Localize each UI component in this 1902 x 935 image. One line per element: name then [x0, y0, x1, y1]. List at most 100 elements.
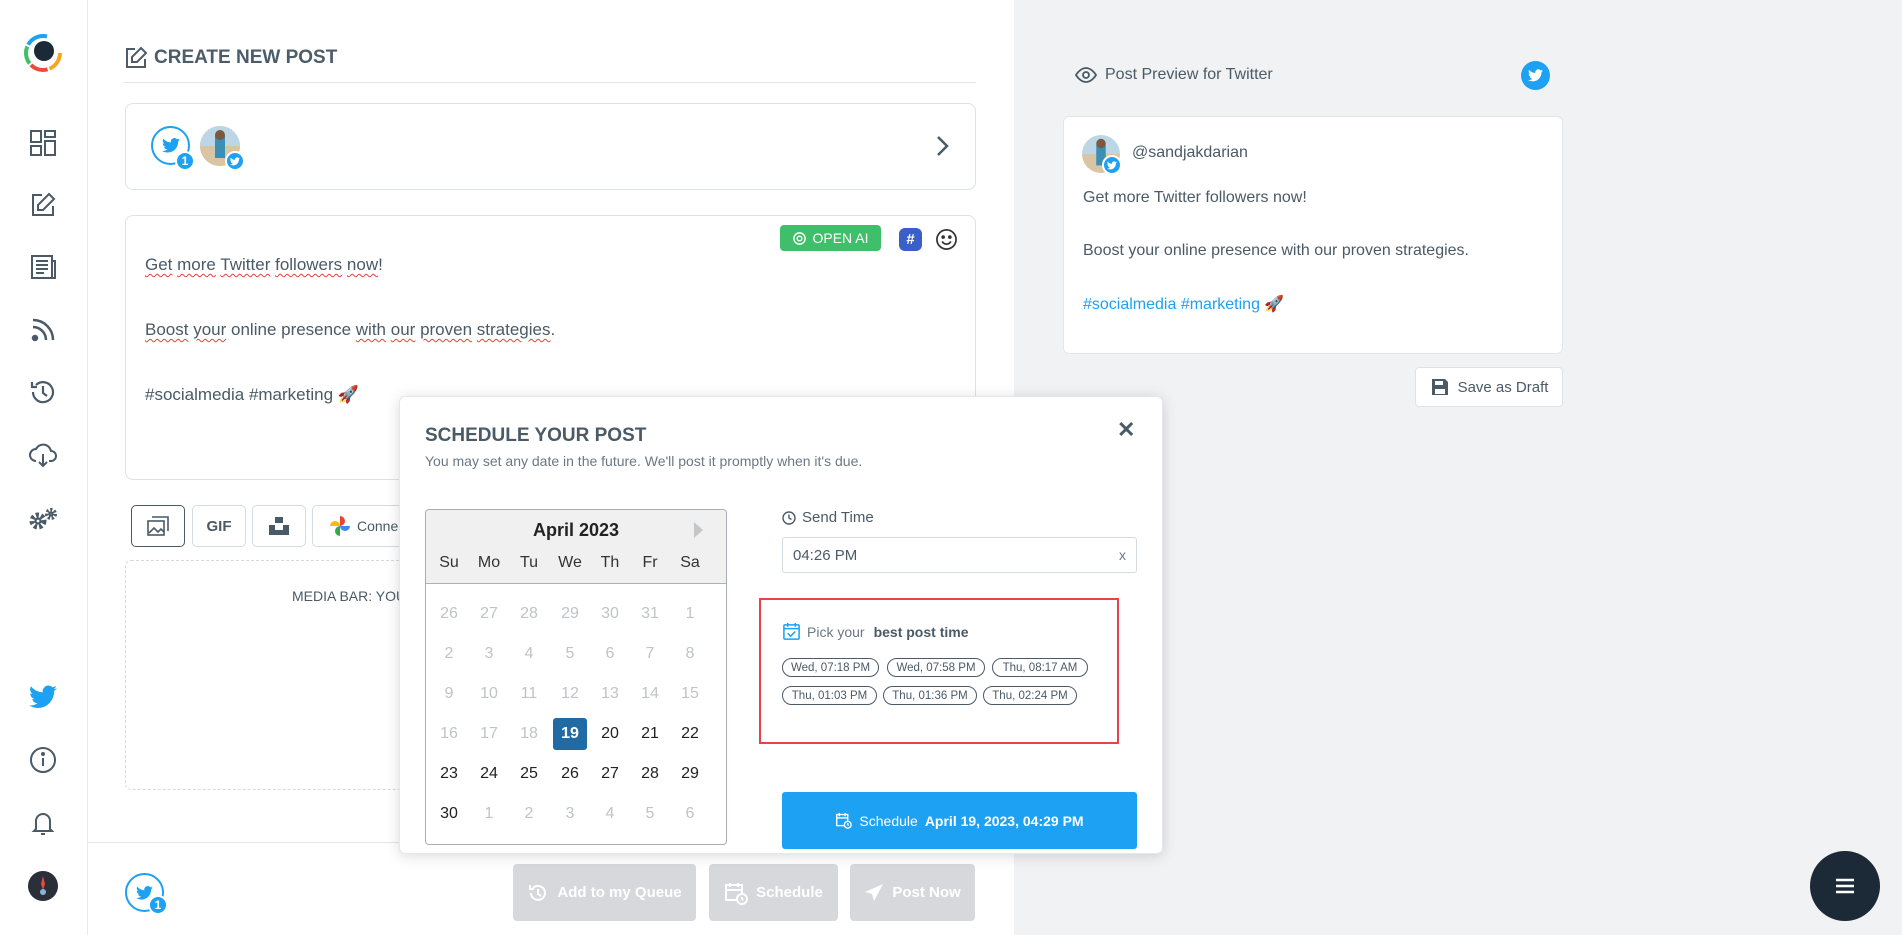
divider — [124, 82, 976, 83]
hamburger-icon — [1834, 877, 1856, 895]
calendar-day: 18 — [520, 725, 538, 742]
account-selector[interactable]: 1 — [125, 103, 976, 190]
close-icon[interactable]: ✕ — [1117, 417, 1135, 443]
menu-fab-button[interactable] — [1810, 851, 1880, 921]
emoji-icon[interactable] — [935, 228, 958, 251]
tweet-preview-card: @sandjakdarian Get more Twitter follower… — [1063, 116, 1563, 354]
calendar-day: 1 — [685, 605, 695, 622]
post-now-button[interactable]: Post Now — [850, 864, 975, 921]
calendar-day[interactable]: 20 — [593, 718, 627, 750]
cloud-download-icon[interactable] — [24, 436, 62, 474]
calendar-day: 10 — [480, 685, 498, 702]
save-icon — [1430, 377, 1450, 397]
next-month-icon[interactable] — [694, 522, 703, 538]
text-word: strategies — [476, 320, 551, 339]
openai-button[interactable]: OPEN AI — [780, 225, 881, 251]
calendar-day: 8 — [685, 645, 695, 662]
edit-icon[interactable] — [24, 186, 62, 224]
post-line-1: Get more Twitter followers now! — [145, 254, 555, 276]
best-time-chip[interactable]: Thu, 02:24 PM — [983, 686, 1077, 705]
bell-icon[interactable] — [24, 804, 62, 842]
info-icon[interactable] — [24, 741, 62, 779]
weekday-header: Sa — [680, 554, 700, 571]
page-title: CREATE NEW POST — [124, 46, 337, 70]
calendar-day[interactable]: 29 — [673, 758, 707, 790]
best-time-chip[interactable]: Thu, 01:36 PM — [883, 686, 977, 705]
weekday-header: Mo — [477, 554, 501, 571]
text-word: Boost — [145, 320, 189, 339]
text-word: more — [177, 255, 216, 274]
rss-icon[interactable] — [24, 311, 62, 349]
image-upload-button[interactable] — [131, 505, 185, 547]
text-word: now — [346, 255, 379, 274]
calendar-day[interactable]: 22 — [673, 718, 707, 750]
best-time-prefix: Pick your — [807, 623, 865, 640]
history-icon[interactable] — [24, 373, 62, 411]
calendar-day: 7 — [645, 645, 655, 662]
media-bar-label: MEDIA BAR: YOU — [292, 588, 407, 604]
calendar-day-selected[interactable]: 19 — [553, 718, 587, 750]
weekday-header: Tu — [519, 554, 539, 571]
save-as-draft-button[interactable]: Save as Draft — [1415, 367, 1563, 407]
calendar-day: 29 — [561, 605, 579, 622]
weekday-header: Su — [439, 554, 459, 571]
openai-icon — [792, 231, 807, 246]
account-count-badge: 1 — [148, 895, 168, 915]
gif-button[interactable]: GIF — [192, 505, 246, 547]
calendar-day[interactable]: 27 — [593, 758, 627, 790]
calendar-day[interactable]: 26 — [553, 758, 587, 790]
calendar-month: April 2023 — [532, 520, 620, 540]
calendar-day[interactable]: 21 — [633, 718, 667, 750]
send-time-label-text: Send Time — [802, 509, 874, 526]
settings-icon[interactable] — [24, 500, 62, 538]
calendar-day: 1 — [484, 805, 494, 822]
calendar-day: 9 — [444, 685, 454, 702]
calendar-day: 14 — [641, 685, 659, 702]
calendar-day: 11 — [520, 685, 538, 702]
calendar-day[interactable]: 24 — [472, 758, 506, 790]
add-to-queue-label: Add to my Queue — [557, 884, 682, 901]
calendar-day: 6 — [605, 645, 615, 662]
google-photos-icon — [329, 515, 351, 537]
calendar-day[interactable]: 28 — [633, 758, 667, 790]
schedule-confirm-label: Schedule — [859, 812, 918, 829]
best-time-chip[interactable]: Wed, 07:18 PM — [782, 658, 879, 677]
schedule-confirm-datetime: April 19, 2023, 04:29 PM — [924, 812, 1084, 829]
edit-icon — [124, 46, 148, 70]
twitter-icon — [1521, 61, 1550, 90]
chevron-right-icon[interactable] — [934, 134, 950, 158]
date-picker: April 2023 Su Mo Tu We Th Fr Sa 26 27 28 29 30 31 1 2 3… — [425, 509, 727, 845]
best-time-chip[interactable]: Thu, 08:17 AM — [992, 658, 1088, 677]
calendar-day: 3 — [484, 645, 494, 662]
sidebar — [0, 0, 88, 935]
newspaper-icon[interactable] — [24, 248, 62, 286]
best-time-chip[interactable]: Wed, 07:58 PM — [887, 658, 985, 677]
text-word: Twitter — [220, 255, 271, 274]
clear-time-button[interactable]: x — [1119, 547, 1126, 563]
schedule-button[interactable]: Schedule — [709, 864, 838, 921]
send-time-input[interactable]: 04:26 PM x — [782, 537, 1137, 573]
calendar-day[interactable]: 25 — [512, 758, 546, 790]
dashboard-icon[interactable] — [24, 124, 62, 162]
google-photos-label: Conne — [357, 518, 399, 534]
user-avatar[interactable] — [24, 867, 62, 905]
best-time-chip[interactable]: Thu, 01:03 PM — [782, 686, 877, 705]
calendar-day: 16 — [440, 725, 458, 742]
text-word: proven — [420, 320, 473, 339]
calendar-day[interactable]: 23 — [432, 758, 466, 790]
google-photos-button[interactable]: Conne — [312, 505, 402, 547]
add-to-queue-button[interactable]: Add to my Queue — [513, 864, 696, 921]
preview-username: @sandjakdarian — [1132, 144, 1248, 161]
twitter-icon — [225, 151, 245, 171]
hashtag-button[interactable]: # — [899, 228, 922, 251]
calendar-day: 13 — [601, 685, 619, 702]
schedule-confirm-button[interactable]: Schedule April 19, 2023, 04:29 PM — [782, 792, 1137, 849]
app-logo[interactable] — [24, 34, 62, 72]
twitter-icon[interactable] — [24, 678, 62, 716]
post-line-2: Boost your online presence with our prov… — [145, 319, 555, 341]
text-word: Get — [145, 255, 173, 274]
send-time-label: Send Time — [782, 509, 874, 526]
unsplash-button[interactable] — [252, 505, 306, 547]
calendar-day: 2 — [524, 805, 534, 822]
calendar-day[interactable]: 30 — [432, 798, 466, 830]
